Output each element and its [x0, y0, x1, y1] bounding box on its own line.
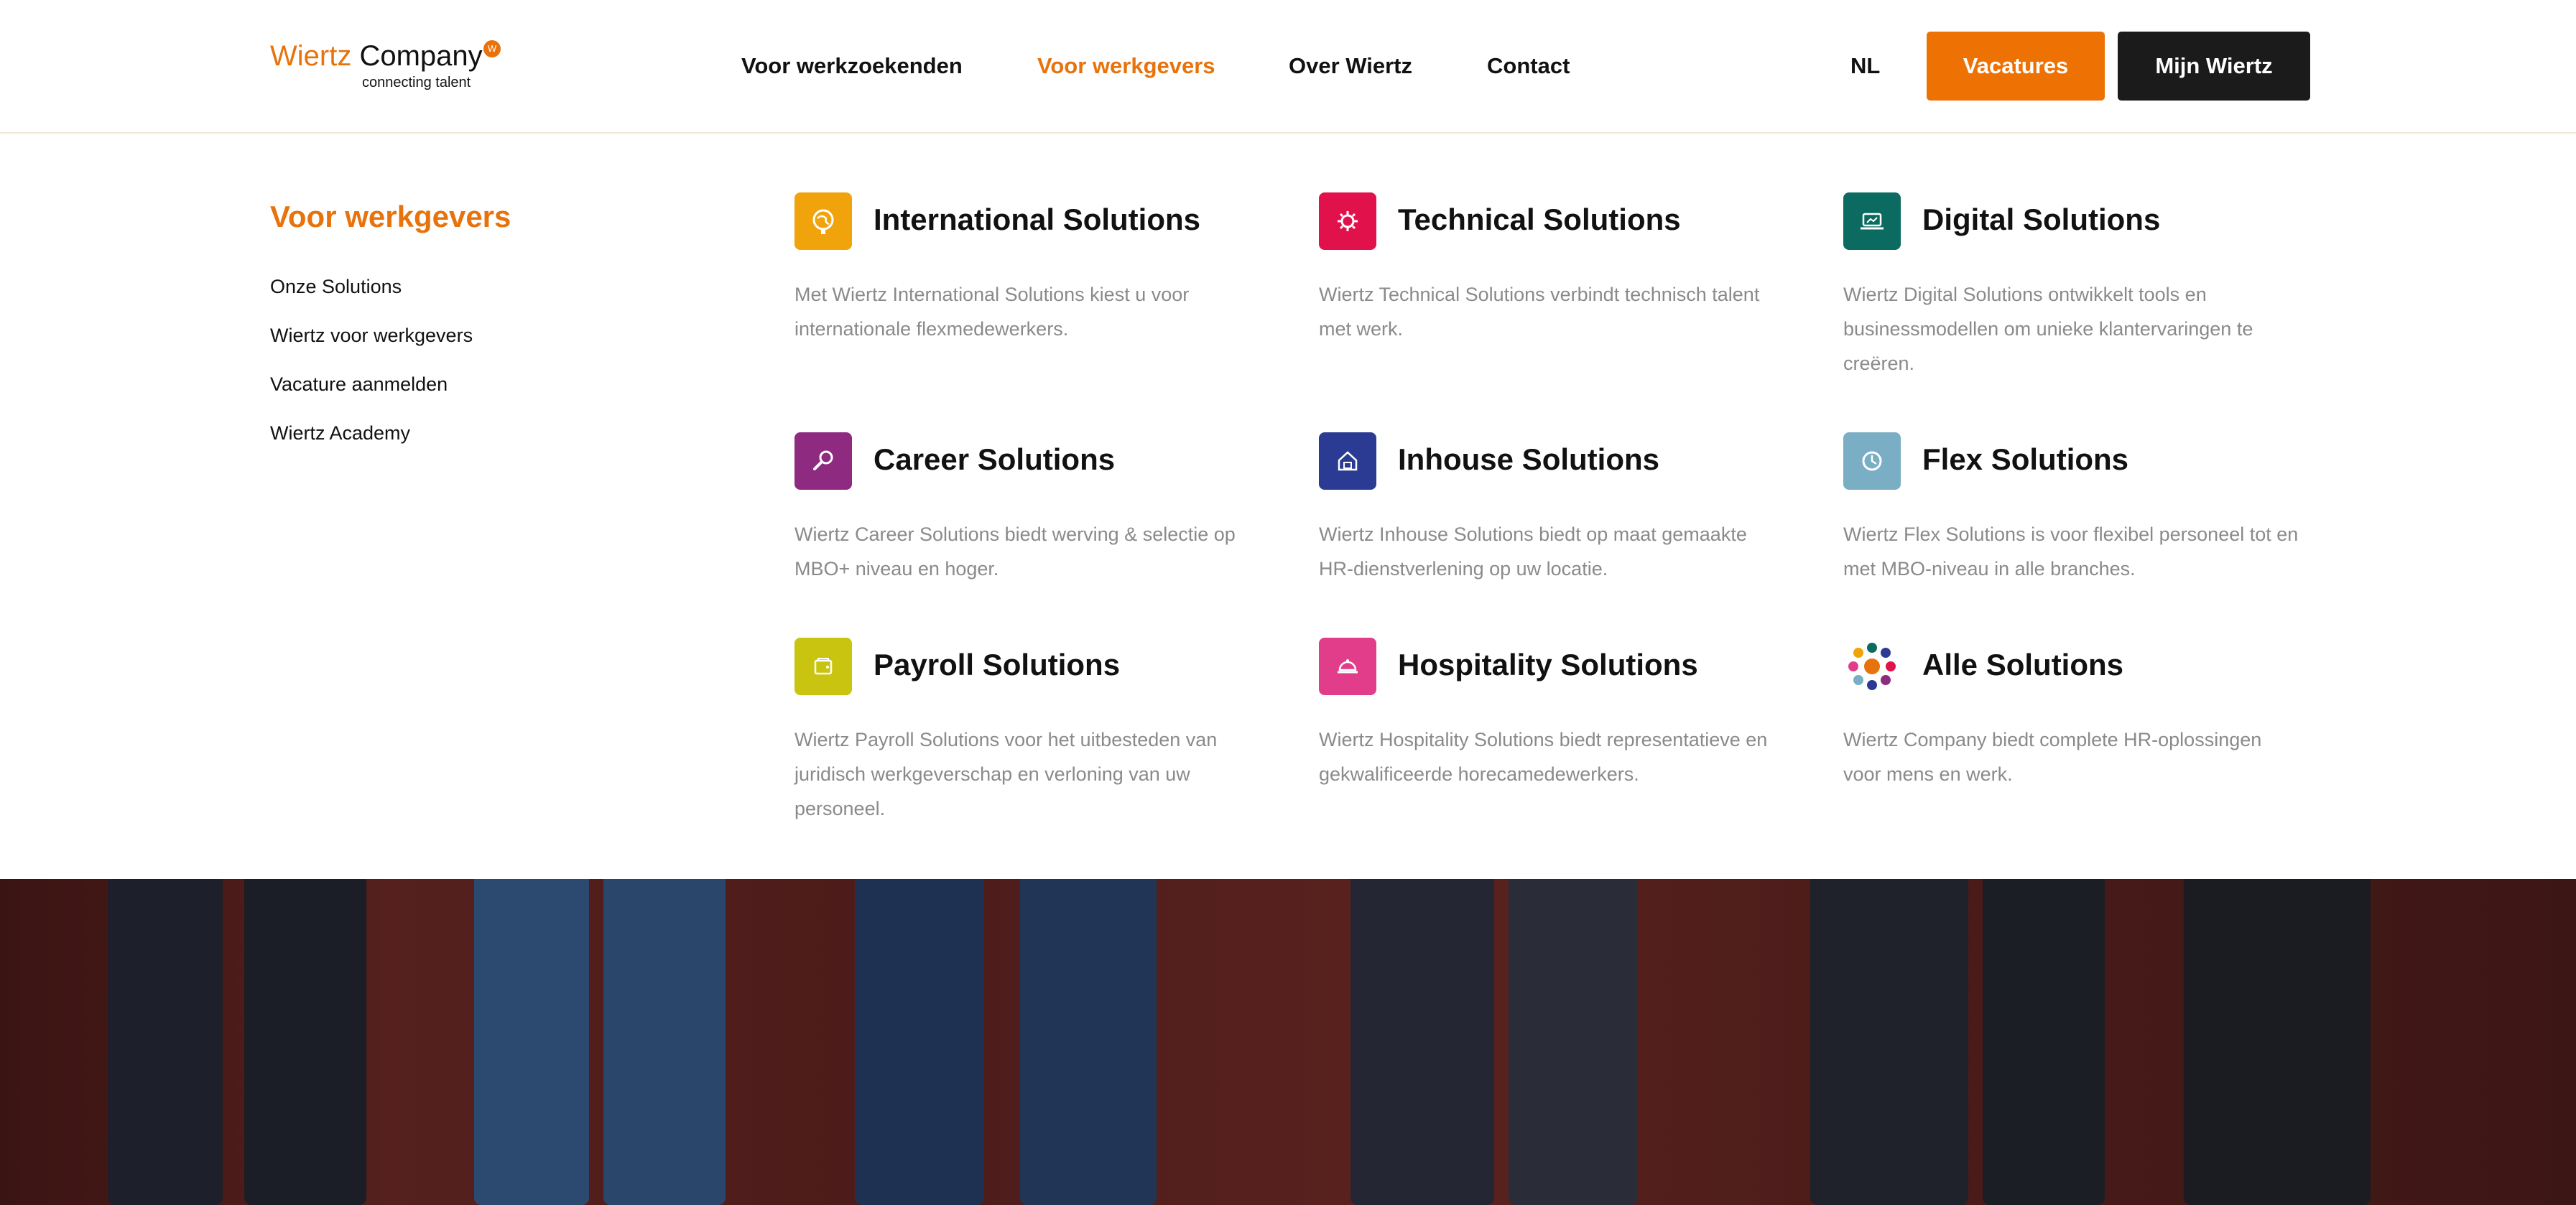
mega-menu-voor-werkgevers: Voor werkgevers Onze Solutions Wiertz vo…	[0, 134, 2576, 879]
nav-contact[interactable]: Contact	[1487, 52, 1570, 80]
photo-leg	[244, 879, 366, 1205]
clock-icon	[1843, 432, 1901, 490]
hero-photo	[0, 879, 2576, 1205]
solution-title: Inhouse Solutions	[1398, 442, 1659, 476]
gear-icon	[1319, 192, 1376, 250]
site-header: Wiertz Company W connecting talent Voor …	[0, 0, 2576, 134]
solution-title: International Solutions	[874, 203, 1201, 236]
solution-title: Alle Solutions	[1922, 648, 2124, 681]
solution-title: Career Solutions	[874, 442, 1116, 476]
solution-description: Wiertz Digital Solutions ontwikkelt tool…	[1843, 284, 2253, 374]
solution-title: Technical Solutions	[1398, 203, 1681, 236]
solution-description: Met Wiertz International Solutions kiest…	[794, 284, 1190, 340]
solution-description: Wiertz Career Solutions biedt werving & …	[794, 524, 1236, 580]
logo-word-company: Company	[359, 40, 483, 72]
nav-over-wiertz[interactable]: Over Wiertz	[1289, 52, 1412, 80]
laptop-icon	[1843, 192, 1901, 250]
photo-leg	[474, 879, 589, 1205]
solution-title: Payroll Solutions	[874, 648, 1121, 681]
solution-description: Wiertz Technical Solutions verbindt tech…	[1319, 284, 1760, 340]
solution-description: Wiertz Payroll Solutions voor het uitbes…	[794, 729, 1218, 819]
logo-word-wiertz: Wiertz	[270, 40, 352, 72]
side-link-onze-solutions[interactable]: Onze Solutions	[270, 276, 402, 298]
magnifier-icon	[794, 432, 852, 490]
photo-leg	[1020, 879, 1157, 1205]
solution-title: Flex Solutions	[1922, 442, 2129, 476]
solution-description: Wiertz Flex Solutions is voor flexibel p…	[1843, 524, 2299, 580]
side-link-wiertz-academy[interactable]: Wiertz Academy	[270, 422, 410, 445]
photo-leg	[855, 879, 984, 1205]
globe-icon	[794, 192, 852, 250]
photo-leg	[1810, 879, 1968, 1205]
nav-voor-werkgevers[interactable]: Voor werkgevers	[1037, 52, 1215, 80]
logo-tagline: connecting talent	[362, 75, 471, 90]
logo-wordmark: Wiertz Company	[270, 39, 483, 73]
solution-description: Wiertz Company biedt complete HR-oplossi…	[1843, 729, 2262, 785]
solution-title: Hospitality Solutions	[1398, 648, 1698, 681]
cloche-icon	[1319, 638, 1376, 695]
vacatures-button[interactable]: Vacatures	[1927, 32, 2105, 101]
menu-title: Voor werkgevers	[270, 200, 511, 233]
photo-leg	[603, 879, 726, 1205]
solution-description: Wiertz Hospitality Solutions biedt repre…	[1319, 729, 1768, 785]
language-selector[interactable]: NL	[1850, 52, 1880, 80]
photo-leg	[1983, 879, 2105, 1205]
solution-description: Wiertz Inhouse Solutions biedt op maat g…	[1319, 524, 1747, 580]
photo-leg	[108, 879, 223, 1205]
wallet-icon	[794, 638, 852, 695]
logo-badge-icon: W	[483, 40, 501, 57]
wiertz-company-logo[interactable]: Wiertz Company W connecting talent	[270, 39, 507, 96]
mijn-wiertz-button[interactable]: Mijn Wiertz	[2118, 32, 2310, 101]
solution-title: Digital Solutions	[1922, 203, 2161, 236]
side-link-wiertz-voor-werkgevers[interactable]: Wiertz voor werkgevers	[270, 325, 473, 347]
house-icon	[1319, 432, 1376, 490]
photo-leg	[1350, 879, 1494, 1205]
photo-leg	[1509, 879, 1638, 1205]
photo-leg	[2184, 879, 2371, 1205]
nav-voor-werkzoekenden[interactable]: Voor werkzoekenden	[741, 52, 963, 80]
dots-cluster-icon	[1843, 638, 1901, 695]
side-link-vacature-aanmelden[interactable]: Vacature aanmelden	[270, 373, 448, 396]
